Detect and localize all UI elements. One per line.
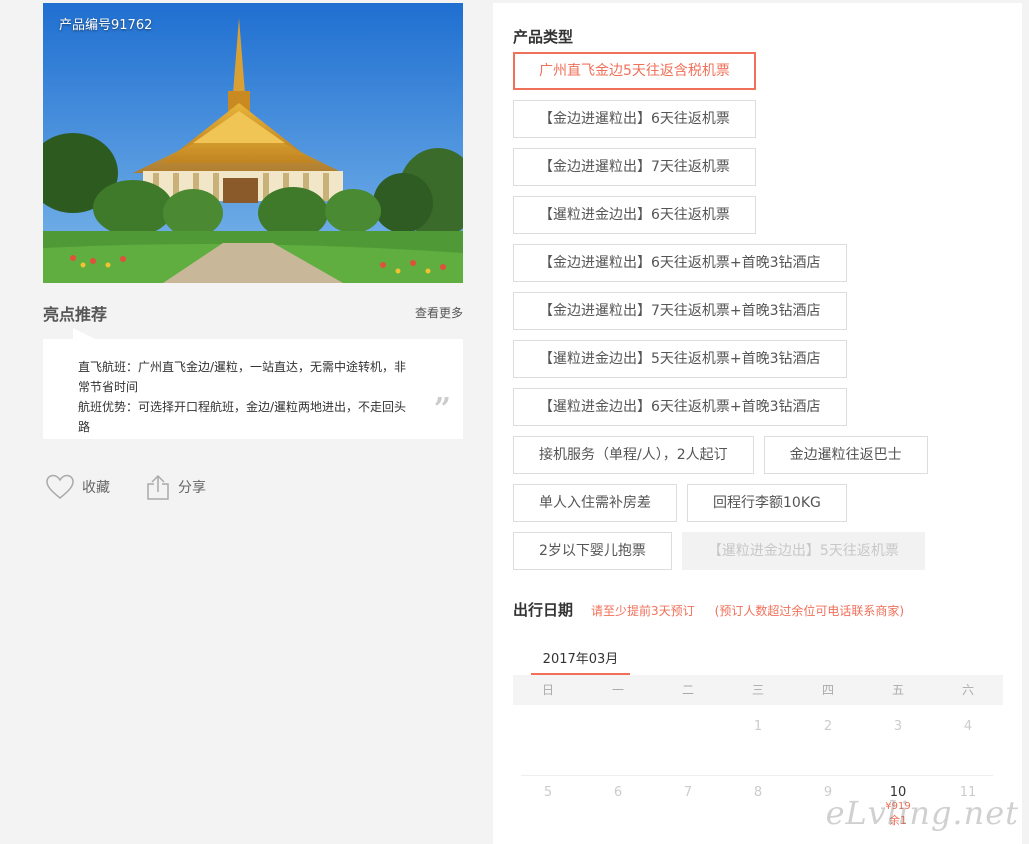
day-number: 4	[963, 719, 973, 734]
calendar-day: 7	[653, 785, 723, 828]
product-type-option[interactable]: 【暹粒进金边出】5天往返机票+首晚3钻酒店	[513, 340, 847, 378]
contact-merchant-note: (预订人数超过余位可电话联系商家)	[714, 604, 905, 618]
calendar-day	[653, 719, 723, 734]
highlight-direct-flight: 直飞航班：广州直飞金边/暹粒，一站直达，无需中途转机，非常节省时间	[78, 360, 407, 394]
action-bar: 收藏 分享	[43, 474, 206, 500]
day-number: 2	[823, 719, 833, 734]
weekday-label: 六	[961, 683, 974, 697]
product-type-option[interactable]: 【金边进暹粒出】6天往返机票	[513, 100, 756, 138]
day-number: 6	[613, 785, 623, 800]
product-type-title: 产品类型	[513, 28, 574, 46]
weekday-label: 三	[751, 683, 764, 697]
product-type-option[interactable]: 单人入住需补房差	[513, 484, 677, 522]
calendar-day	[583, 719, 653, 734]
view-more-link[interactable]: 查看更多	[415, 304, 463, 321]
product-type-option[interactable]: 【金边进暹粒出】7天往返机票+首晚3钻酒店	[513, 292, 847, 330]
share-icon	[147, 474, 169, 500]
highlights-title: 亮点推荐	[43, 305, 108, 324]
calendar-day: 2	[793, 719, 863, 734]
calendar-divider	[521, 775, 993, 776]
product-type-options: 广州直飞金边5天往返含税机票【金边进暹粒出】6天往返机票【金边进暹粒出】7天往返…	[513, 52, 1013, 580]
temple-illustration	[43, 3, 463, 283]
calendar-week-row: 1 2 3 4	[513, 719, 1003, 734]
product-type-option[interactable]: 回程行李额10KG	[687, 484, 847, 522]
favorite-label: 收藏	[82, 480, 110, 496]
calendar-day: 6	[583, 785, 653, 828]
product-type-option[interactable]: 【金边进暹粒出】6天往返机票+首晚3钻酒店	[513, 244, 847, 282]
quote-icon: ”	[433, 392, 451, 427]
weekday-label: 日	[541, 683, 554, 697]
product-type-option[interactable]: 接机服务（单程/人），2人起订	[513, 436, 754, 474]
weekday-label: 二	[681, 683, 694, 697]
favorite-button[interactable]: 收藏	[46, 474, 110, 500]
product-type-option[interactable]: 2岁以下婴儿抱票	[513, 532, 672, 570]
month-tab[interactable]: 2017年03月	[531, 648, 630, 676]
day-number: 1	[753, 719, 763, 734]
booking-panel: 产品类型 广州直飞金边5天往返含税机票【金边进暹粒出】6天往返机票【金边进暹粒出…	[493, 3, 1022, 844]
share-button[interactable]: 分享	[146, 474, 206, 500]
travel-date-header: 出行日期 请至少提前3天预订 (预订人数超过余位可电话联系商家)	[513, 599, 904, 620]
calendar-day	[513, 719, 583, 734]
weekday-label: 一	[611, 683, 624, 697]
calendar-day: 8	[723, 785, 793, 828]
day-number: 7	[683, 785, 693, 800]
travel-date-title: 出行日期	[513, 601, 574, 619]
highlights-box: 直飞航班：广州直飞金边/暹粒，一站直达，无需中途转机，非常节省时间 航班优势：可…	[43, 328, 463, 439]
weekday-label: 五	[891, 683, 904, 697]
calendar-day: 3	[863, 719, 933, 734]
callout-arrow	[73, 328, 95, 339]
calendar-day: 1	[723, 719, 793, 734]
highlight-flight-advantage: 航班优势：可选择开口程航班，金边/暹粒两地进出，不走回头路	[78, 400, 407, 434]
product-photo: 产品编号91762	[43, 3, 463, 283]
product-type-option[interactable]: 广州直飞金边5天往返含税机票	[513, 52, 756, 90]
weekday-label: 四	[821, 683, 834, 697]
product-type-option[interactable]: 【暹粒进金边出】6天往返机票	[513, 196, 756, 234]
product-type-option[interactable]: 【金边进暹粒出】7天往返机票	[513, 148, 756, 186]
share-label: 分享	[178, 480, 206, 496]
weekday-header: 日一二三四五六	[513, 675, 1003, 705]
highlights-header: 亮点推荐 查看更多	[43, 283, 463, 339]
heart-icon	[46, 474, 74, 499]
product-type-option[interactable]: 【暹粒进金边出】6天往返机票+首晚3钻酒店	[513, 388, 847, 426]
left-column: 产品编号91762 亮点推荐 查看更多 直飞航班：广州直飞金边/暹粒，一站直达，…	[43, 3, 463, 439]
day-number: 5	[543, 785, 553, 800]
day-number: 3	[893, 719, 903, 734]
day-number: 8	[753, 785, 763, 800]
calendar-day: 5	[513, 785, 583, 828]
watermark: eLvling.net	[825, 794, 1019, 832]
product-type-option: 【暹粒进金边出】5天往返机票	[681, 532, 925, 570]
product-number: 产品编号91762	[59, 18, 153, 33]
advance-booking-note: 请至少提前3天预订	[591, 604, 695, 618]
calendar-day: 4	[933, 719, 1003, 734]
product-type-option[interactable]: 金边暹粒往返巴士	[763, 436, 928, 474]
